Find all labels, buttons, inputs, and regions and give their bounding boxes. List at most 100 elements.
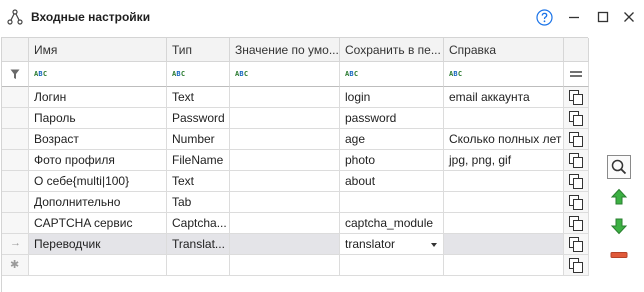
- cell-name[interactable]: Пароль: [29, 108, 167, 129]
- cell-name[interactable]: Фото профиля: [29, 150, 167, 171]
- new-cell-name[interactable]: [29, 255, 167, 276]
- cell-type[interactable]: Password: [167, 108, 230, 129]
- cell-help[interactable]: [444, 213, 564, 234]
- cell-help[interactable]: [444, 192, 564, 213]
- table-row[interactable]: Пароль Password password: [2, 108, 589, 129]
- move-down-button[interactable]: [607, 214, 631, 238]
- row-indicator[interactable]: [2, 192, 29, 213]
- search-button[interactable]: [607, 155, 631, 179]
- cell-help[interactable]: email аккаунта: [444, 87, 564, 108]
- cell-type[interactable]: Number: [167, 129, 230, 150]
- table-row[interactable]: О себе{multi|100} Text about: [2, 171, 589, 192]
- cell-help[interactable]: [444, 171, 564, 192]
- copy-row-button[interactable]: [564, 87, 589, 108]
- cell-name[interactable]: Дополнительно: [29, 192, 167, 213]
- cell-text: Translat...: [172, 237, 225, 251]
- row-indicator[interactable]: [2, 87, 29, 108]
- cell-save-to[interactable]: password: [340, 108, 444, 129]
- maximize-button[interactable]: [594, 8, 612, 26]
- filter-default-value[interactable]: ABC: [230, 62, 340, 87]
- filter-name[interactable]: ABC: [29, 62, 167, 87]
- cell-default-value[interactable]: [230, 108, 340, 129]
- cell-help[interactable]: jpg, png, gif: [444, 150, 564, 171]
- cell-type[interactable]: Translat...: [167, 234, 230, 255]
- new-cell-type[interactable]: [167, 255, 230, 276]
- column-header-save-to[interactable]: Сохранить в пе...: [340, 38, 444, 62]
- copy-row-button[interactable]: [564, 150, 589, 171]
- copy-row-button[interactable]: [564, 108, 589, 129]
- table-row-selected[interactable]: → Переводчик Translat... translator: [2, 234, 589, 255]
- cell-default-value[interactable]: [230, 213, 340, 234]
- row-indicator[interactable]: [2, 129, 29, 150]
- filter-help[interactable]: ABC: [444, 62, 564, 87]
- close-icon: [624, 12, 634, 22]
- copy-icon: [569, 195, 583, 210]
- copy-row-button[interactable]: [564, 129, 589, 150]
- cell-default-value[interactable]: [230, 192, 340, 213]
- move-up-button[interactable]: [607, 185, 631, 209]
- cell-type[interactable]: Text: [167, 87, 230, 108]
- close-button[interactable]: [620, 8, 638, 26]
- new-cell-save-to[interactable]: [340, 255, 444, 276]
- copy-row-button[interactable]: [564, 234, 589, 255]
- cell-default-value[interactable]: [230, 171, 340, 192]
- remove-row-button[interactable]: [607, 243, 631, 267]
- column-header-name[interactable]: Имя: [29, 38, 167, 62]
- chevron-down-icon[interactable]: [431, 243, 437, 247]
- column-header-default-value[interactable]: Значение по умо...: [230, 38, 340, 62]
- row-indicator[interactable]: [2, 108, 29, 129]
- table-row[interactable]: Логин Text login email аккаунта: [2, 87, 589, 108]
- new-cell-default-value[interactable]: [230, 255, 340, 276]
- table-row[interactable]: Фото профиля FileName photo jpg, png, gi…: [2, 150, 589, 171]
- table-row[interactable]: CAPTCHA сервис Captcha... captcha_module: [2, 213, 589, 234]
- cell-help[interactable]: [444, 234, 564, 255]
- cell-help[interactable]: [444, 108, 564, 129]
- column-chooser-button[interactable]: [564, 62, 589, 87]
- cell-save-to[interactable]: login: [340, 87, 444, 108]
- copy-row-button[interactable]: [564, 171, 589, 192]
- row-indicator[interactable]: [2, 150, 29, 171]
- cell-text: Captcha...: [172, 216, 227, 230]
- minimize-button[interactable]: [565, 8, 583, 26]
- row-indicator[interactable]: [2, 171, 29, 192]
- cell-default-value[interactable]: [230, 87, 340, 108]
- cell-default-value[interactable]: [230, 150, 340, 171]
- cell-type[interactable]: Text: [167, 171, 230, 192]
- cell-type[interactable]: Captcha...: [167, 213, 230, 234]
- copy-row-button[interactable]: [564, 213, 589, 234]
- copy-icon: [569, 153, 583, 168]
- cell-name[interactable]: Логин: [29, 87, 167, 108]
- table-row[interactable]: Дополнительно Tab: [2, 192, 589, 213]
- cell-default-value[interactable]: [230, 129, 340, 150]
- cell-text: Сколько полных лет: [449, 132, 562, 146]
- filter-save-to[interactable]: ABC: [340, 62, 444, 87]
- cell-save-to[interactable]: about: [340, 171, 444, 192]
- cell-type[interactable]: FileName: [167, 150, 230, 171]
- copy-row-button[interactable]: [564, 192, 589, 213]
- column-header-type[interactable]: Тип: [167, 38, 230, 62]
- cell-save-to[interactable]: photo: [340, 150, 444, 171]
- cell-name[interactable]: CAPTCHA сервис: [29, 213, 167, 234]
- copy-row-button[interactable]: [564, 255, 589, 276]
- cell-default-value[interactable]: [230, 234, 340, 255]
- cell-name[interactable]: Переводчик: [29, 234, 167, 255]
- row-indicator[interactable]: →: [2, 234, 29, 255]
- row-indicator[interactable]: ✱: [2, 255, 29, 276]
- cell-text: password: [345, 111, 397, 125]
- new-cell-help[interactable]: [444, 255, 564, 276]
- table-row[interactable]: Возраст Number age Сколько полных лет: [2, 129, 589, 150]
- cell-save-to[interactable]: captcha_module: [340, 213, 444, 234]
- cell-save-to[interactable]: age: [340, 129, 444, 150]
- row-indicator[interactable]: [2, 213, 29, 234]
- cell-name[interactable]: Возраст: [29, 129, 167, 150]
- save-to-dropdown[interactable]: translator: [340, 234, 444, 255]
- cell-save-to[interactable]: [340, 192, 444, 213]
- cell-type[interactable]: Tab: [167, 192, 230, 213]
- column-header-help[interactable]: Справка: [444, 38, 564, 62]
- cell-help[interactable]: Сколько полных лет: [444, 129, 564, 150]
- help-button[interactable]: [535, 8, 553, 26]
- cell-name[interactable]: О себе{multi|100}: [29, 171, 167, 192]
- filter-type[interactable]: ABC: [167, 62, 230, 87]
- cell-text: Фото профиля: [34, 153, 115, 167]
- new-row[interactable]: ✱: [2, 255, 589, 276]
